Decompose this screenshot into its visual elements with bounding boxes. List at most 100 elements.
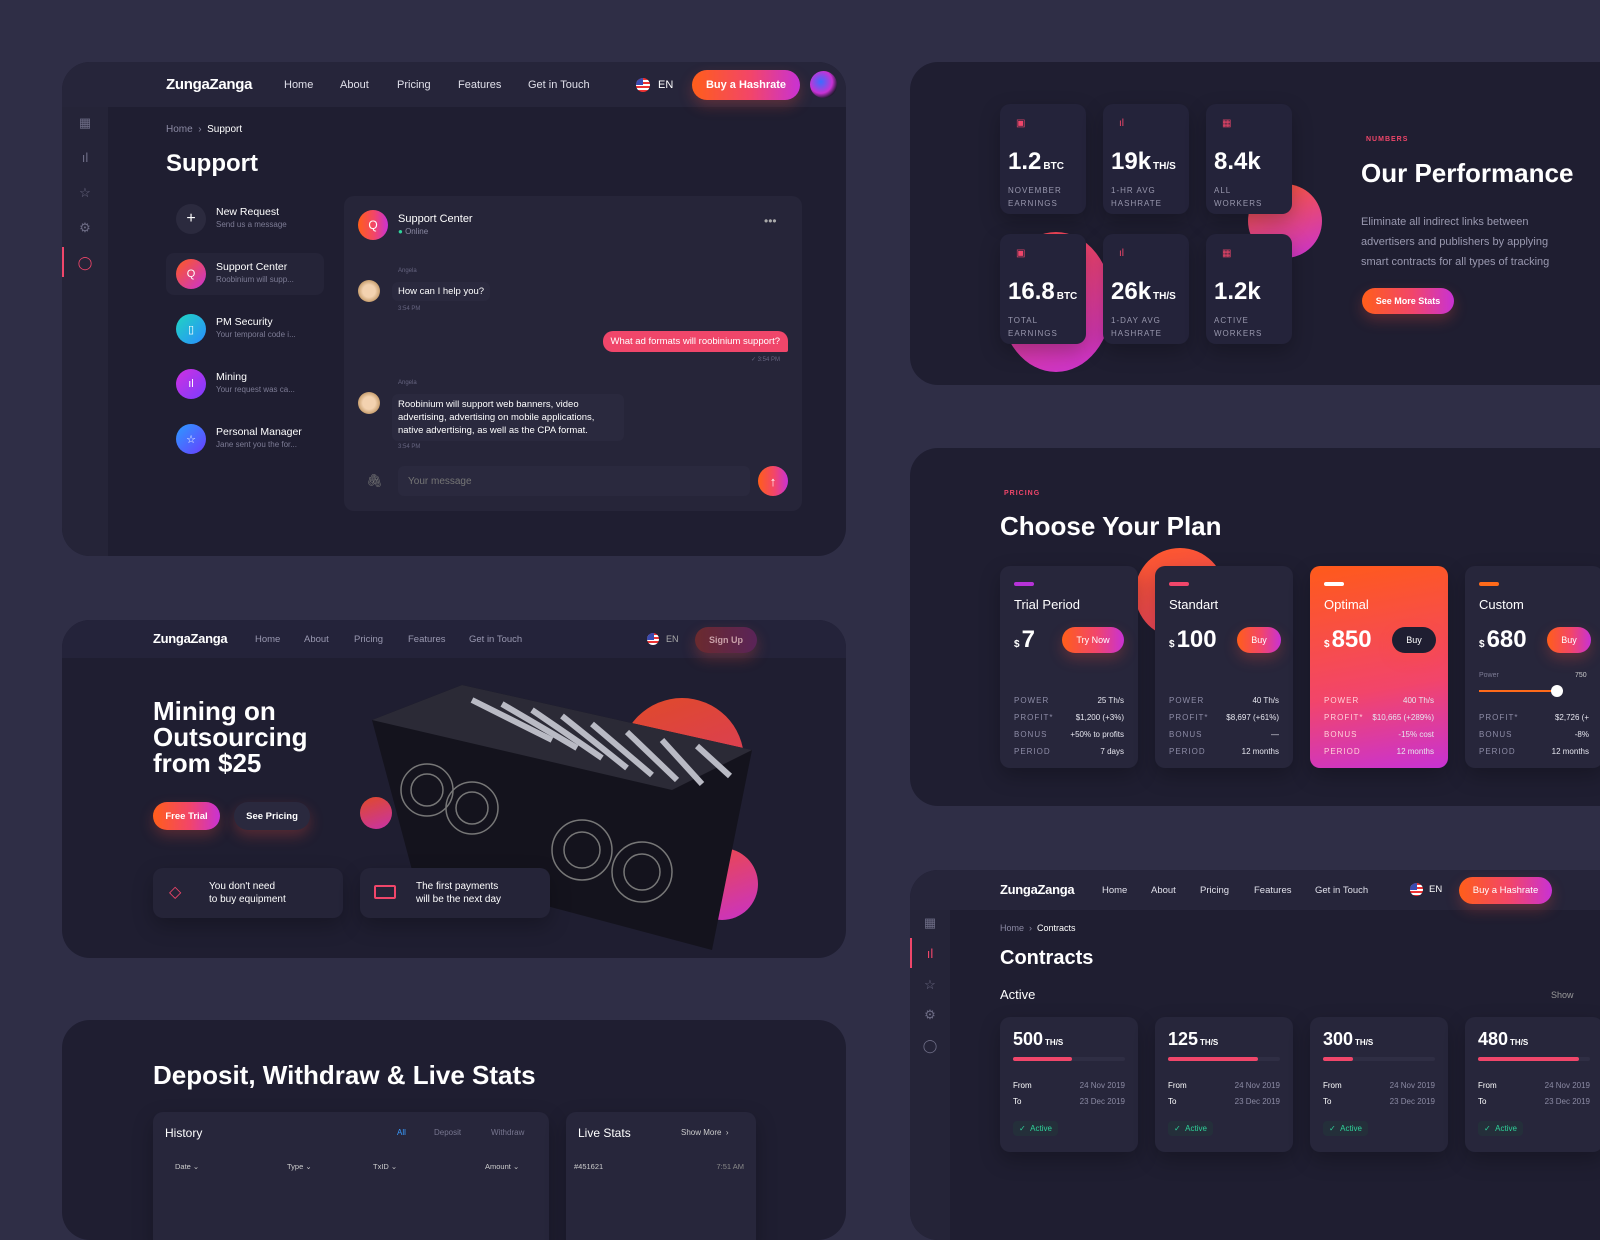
breadcrumb-current: Support [207,124,243,135]
filter-deposit[interactable]: Deposit [434,1128,461,1137]
send-button[interactable]: ↑ [758,466,788,496]
contract-hashrate: 500 TH/S [1013,1029,1063,1050]
contract-card[interactable]: 480 TH/S From 24 Nov 2019 To 23 Dec 2019 ✓ … [1465,1017,1600,1152]
column-header-type[interactable]: Type ⌄ [287,1162,312,1171]
request-item-pm-security[interactable]: ▯ PM Security Your temporal code i... [166,308,324,350]
value: 1.2k [1214,278,1261,305]
section-heading: Active [1000,987,1036,1002]
plan-detail-row: POWER 40 Th/s [1169,696,1279,705]
request-subtitle: Your request was ca... [216,385,295,394]
value: 24 Nov 2019 [1544,1081,1590,1090]
sidebar-gear-icon[interactable]: ⚙ [62,220,108,236]
buy-hashrate-button[interactable]: Buy a Hashrate [1459,877,1552,904]
nav-link-features[interactable]: Features [458,79,501,91]
sign-up-button[interactable]: Sign Up [695,627,757,653]
sidebar-chart-icon[interactable]: ıl [910,938,950,968]
plan-accent-bar [1324,582,1344,586]
nav-link-about[interactable]: About [340,79,369,91]
nav-link-get-in-touch[interactable]: Get in Touch [469,634,522,645]
request-title: PM Security [216,316,273,328]
label: From [1013,1081,1032,1090]
message-bubble: Roobinium will support web banners, vide… [392,394,624,441]
request-item-new-request[interactable]: + New Request Send us a message [166,198,324,240]
detail-value: 12 months [1396,747,1434,756]
language-selector[interactable]: EN [658,79,673,91]
stat-card: ıl 19k TH/S 1-HR AVG HASHRATE [1103,104,1189,214]
filter-all[interactable]: All [397,1128,406,1137]
page-title: Support [166,150,258,177]
sidebar-chart-icon[interactable]: ıl [62,150,108,165]
hero-headline: Mining on Outsourcing from $25 [153,698,308,776]
nav-link-pricing[interactable]: Pricing [354,634,383,645]
message-input[interactable] [398,466,750,496]
request-item-mining[interactable]: ıl Mining Your request was ca... [166,363,324,405]
stat-value: 16.8 BTC [1008,278,1077,306]
more-options-icon[interactable]: ••• [764,214,777,228]
language-selector[interactable]: EN [666,634,679,644]
free-trial-button[interactable]: Free Trial [153,802,220,830]
column-header-amount[interactable]: Amount ⌄ [485,1162,519,1171]
attach-icon[interactable]: 🖇 [366,473,383,489]
sidebar-star-icon[interactable]: ☆ [62,185,108,201]
us-flag-icon[interactable] [636,78,650,92]
label-line: NOVEMBER [1008,186,1062,195]
slider-handle[interactable] [1551,685,1563,697]
nav-link-home[interactable]: Home [284,79,313,91]
column-header-date[interactable]: Date ⌄ [175,1162,199,1171]
currency: $ [1324,639,1330,650]
sidebar-grid-icon[interactable]: ▦ [910,915,950,931]
plan-price: $850 [1324,626,1372,654]
breadcrumb-home[interactable]: Home [166,124,193,135]
request-item-personal-manager[interactable]: ☆ Personal Manager Jane sent you the for… [166,418,324,460]
us-flag-icon[interactable] [647,633,659,645]
tag-icon: ◇ [169,884,182,901]
nav-link-about[interactable]: About [1151,885,1176,896]
sidebar-gear-icon[interactable]: ⚙ [910,1007,950,1023]
nav-link-about[interactable]: About [304,634,329,645]
sidebar-chat-icon[interactable]: ◯ [910,1038,950,1054]
plan-buy-button[interactable]: Buy [1237,627,1281,653]
feature-line: to buy equipment [209,894,286,905]
buy-hashrate-button[interactable]: Buy a Hashrate [692,70,800,100]
contract-to: To 23 Dec 2019 [1168,1097,1280,1106]
request-item-support-center[interactable]: Q Support Center Roobinium will supp... [166,253,324,295]
nav-link-features[interactable]: Features [1254,885,1292,896]
nav-link-get-in-touch[interactable]: Get in Touch [528,79,590,91]
see-more-stats-button[interactable]: See More Stats [1362,288,1454,314]
nav-link-get-in-touch[interactable]: Get in Touch [1315,885,1368,896]
nav-link-home[interactable]: Home [1102,885,1127,896]
contract-card[interactable]: 300 TH/S From 24 Nov 2019 To 23 Dec 2019 ✓ … [1310,1017,1448,1152]
filter-withdraw[interactable]: Withdraw [491,1128,524,1137]
avatar[interactable] [810,71,837,98]
contract-from: From 24 Nov 2019 [1013,1081,1125,1090]
contract-card[interactable]: 125 TH/S From 24 Nov 2019 To 23 Dec 2019 ✓ … [1155,1017,1293,1152]
show-more-button[interactable]: Show More › [681,1128,729,1137]
nav-link-home[interactable]: Home [255,634,280,645]
nav-link-features[interactable]: Features [408,634,446,645]
breadcrumb-home[interactable]: Home [1000,923,1024,933]
detail-value: $10,665 (+289%) [1372,713,1434,722]
show-all-link[interactable]: Show [1551,990,1574,1000]
chat-title: Support Center [398,213,473,225]
nav-link-pricing[interactable]: Pricing [1200,885,1229,896]
sidebar-grid-icon[interactable]: ▦ [62,115,108,131]
live-stats-card: Live Stats Show More › #451621 7:51 AM [566,1112,756,1240]
us-flag-icon[interactable] [1410,883,1423,896]
plan-buy-button[interactable]: Buy [1547,627,1591,653]
contract-card[interactable]: 500 TH/S From 24 Nov 2019 To 23 Dec 2019 ✓ … [1000,1017,1138,1152]
plan-buy-button[interactable]: Try Now [1062,627,1124,653]
request-title: Personal Manager [216,426,302,438]
power-slider[interactable] [1479,690,1557,692]
nav-link-pricing[interactable]: Pricing [397,79,431,91]
sidebar-chat-icon[interactable]: ◯ [62,247,108,277]
column-header-txid[interactable]: TxID ⌄ [373,1162,397,1171]
label: From [1168,1081,1187,1090]
feature-text: You don't need to buy equipment [209,880,286,906]
online-status: ● Online [398,227,429,236]
see-pricing-button[interactable]: See Pricing [234,802,310,830]
sidebar-star-icon[interactable]: ☆ [910,977,950,993]
plan-buy-button[interactable]: Buy [1392,627,1436,653]
detail-key: PERIOD [1324,747,1361,756]
language-selector[interactable]: EN [1429,884,1442,895]
detail-value: $8,697 (+61%) [1226,713,1279,722]
